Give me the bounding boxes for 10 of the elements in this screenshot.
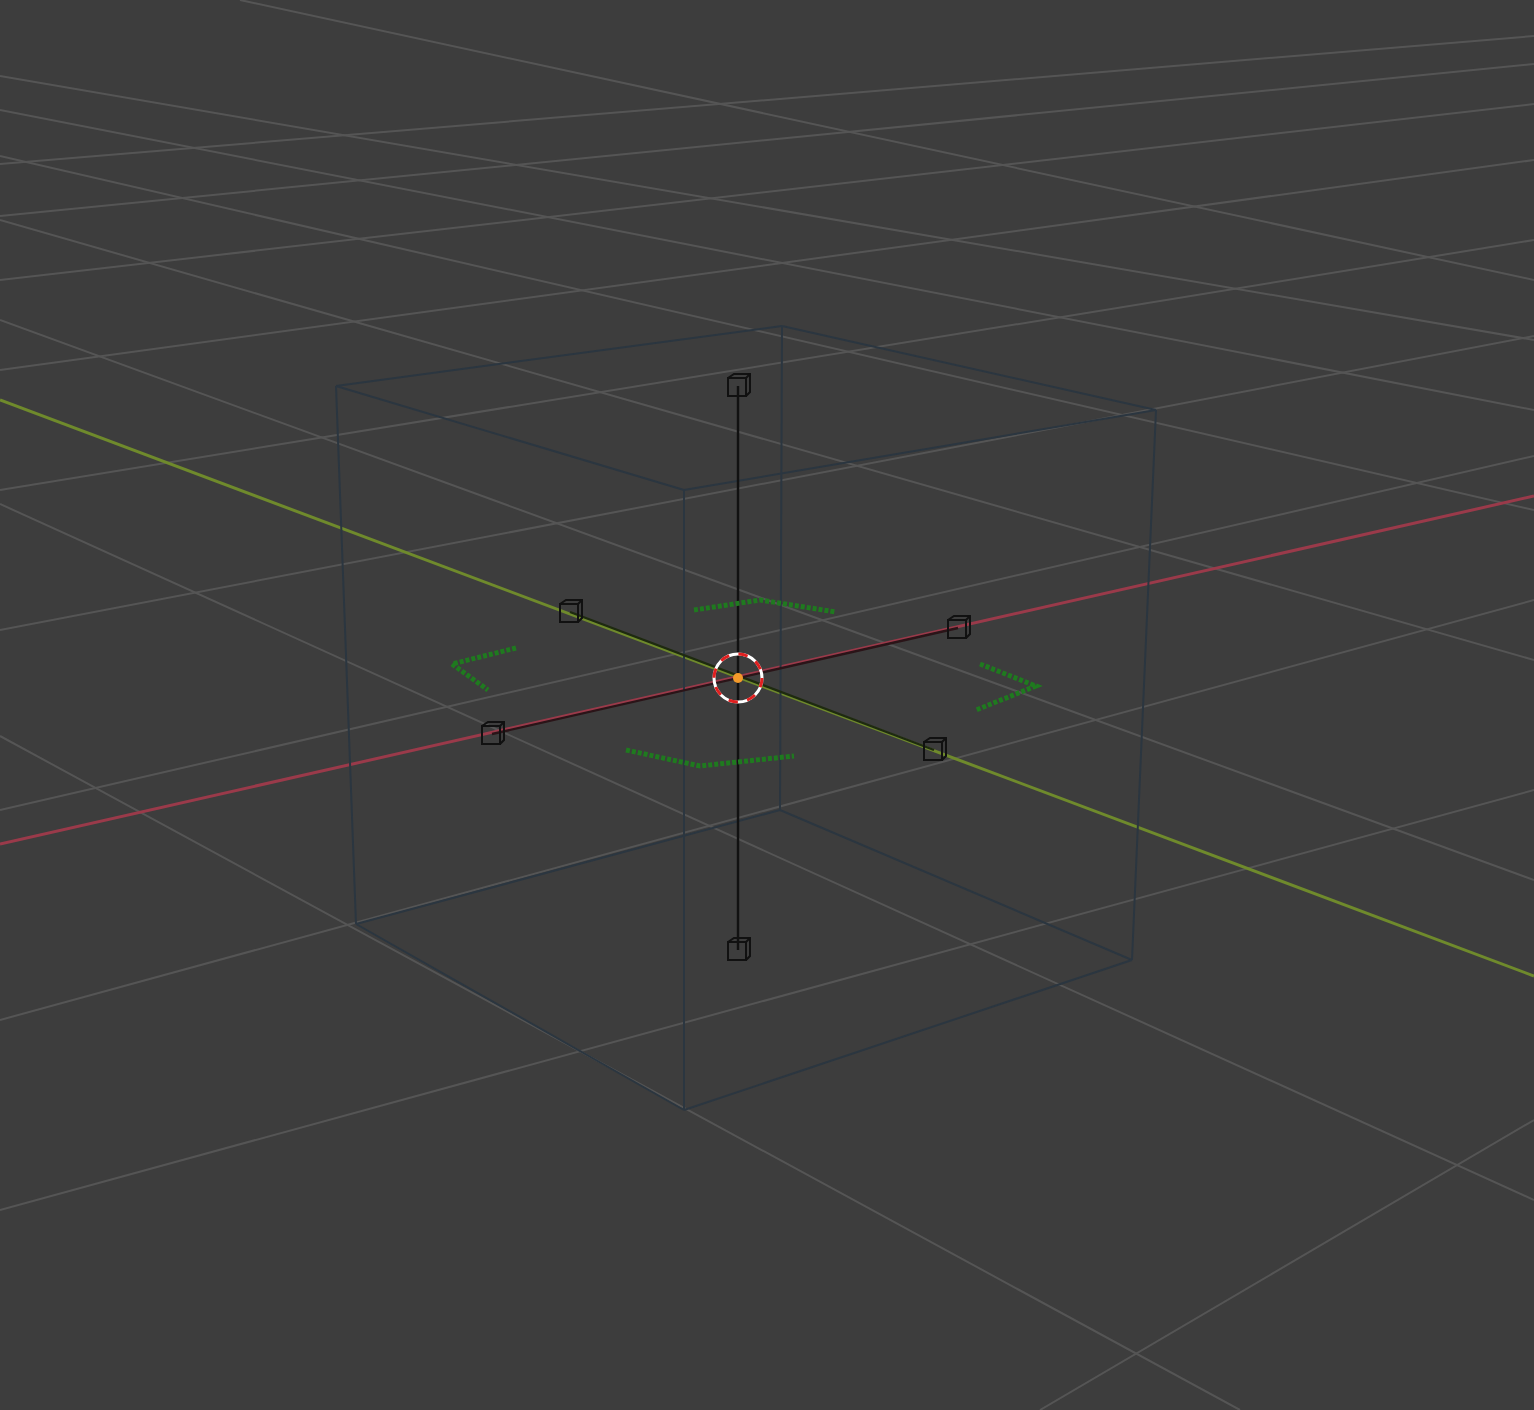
- cube-icon: [947, 615, 971, 639]
- bracket-drawing: [975, 661, 1043, 713]
- cube-icon: [559, 599, 583, 623]
- cube-icon: [727, 373, 751, 397]
- bracket-drawing: [446, 645, 517, 693]
- cube-icon: [727, 937, 751, 961]
- bracket-drawing: [693, 597, 837, 615]
- cube-icon: [923, 737, 947, 761]
- 3d-cursor-drawing: [712, 652, 764, 704]
- cube-icon: [481, 721, 505, 745]
